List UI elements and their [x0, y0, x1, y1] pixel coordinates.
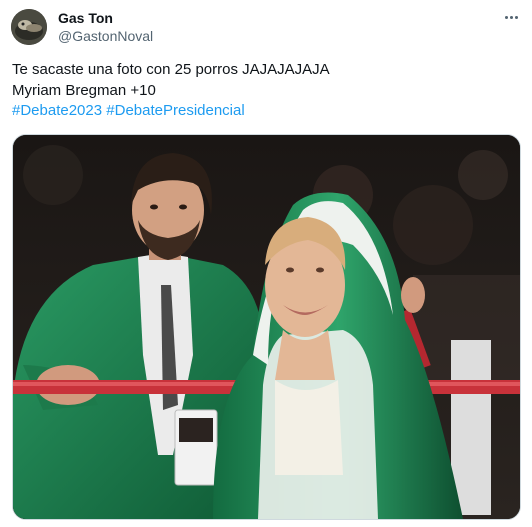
avatar[interactable]	[11, 9, 47, 45]
more-options-icon[interactable]	[500, 8, 522, 26]
tweet-line-2: Myriam Bregman +10	[12, 81, 156, 99]
tweet-card: Gas Ton @GastonNoval Te sacaste una foto…	[0, 0, 532, 527]
photo-illustration	[13, 135, 520, 519]
hashtag-debate2023[interactable]: #Debate2023	[12, 102, 102, 119]
hashtag-debatepresidencial[interactable]: #DebatePresidencial	[106, 102, 244, 119]
tweet-text: Te sacaste una foto con 25 porros JAJAJA…	[12, 60, 517, 122]
tweet-photo[interactable]	[12, 134, 521, 520]
user-handle[interactable]: @GastonNoval	[58, 28, 153, 45]
display-name[interactable]: Gas Ton	[58, 10, 113, 27]
tweet-line-1: Te sacaste una foto con 25 porros JAJAJA…	[12, 61, 330, 78]
avatar-image	[11, 9, 47, 45]
tweet-hashtags: #Debate2023 #DebatePresidencial	[12, 101, 517, 122]
